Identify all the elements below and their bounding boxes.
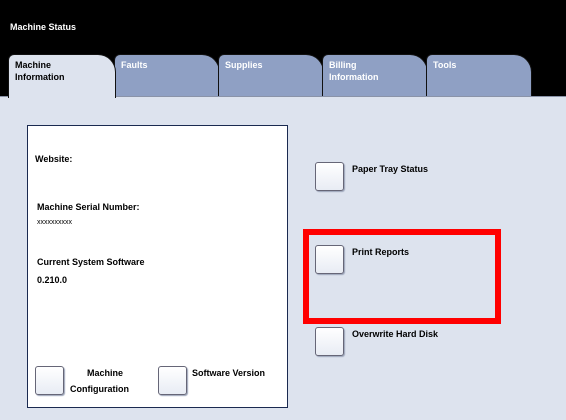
tab-label-line1: Machine bbox=[15, 60, 52, 70]
system-software-value: 0.210.0 bbox=[37, 275, 68, 285]
website-label: Website: bbox=[35, 154, 73, 164]
machine-configuration-label: Machine Configuration bbox=[70, 367, 129, 395]
software-version-label: Software Version bbox=[192, 368, 266, 378]
machine-configuration-line2: Configuration bbox=[70, 384, 129, 394]
machine-configuration-button[interactable] bbox=[35, 366, 64, 395]
serial-number-value: xxxxxxxxxx bbox=[37, 219, 72, 226]
system-software-label: Current System Software bbox=[37, 257, 145, 267]
overwrite-hard-disk-button[interactable] bbox=[315, 327, 344, 356]
tab-label-line1: Tools bbox=[433, 60, 457, 70]
highlight-box bbox=[303, 229, 501, 324]
tab-supplies[interactable]: Supplies bbox=[218, 54, 324, 96]
tab-label-line2: Information bbox=[15, 72, 65, 82]
tab-label-line1: Faults bbox=[121, 60, 148, 70]
machine-info-box: Website: Machine Serial Number: xxxxxxxx… bbox=[27, 125, 288, 408]
overwrite-hard-disk-label: Overwrite Hard Disk bbox=[352, 329, 439, 339]
tab-label-line2: Information bbox=[329, 72, 379, 82]
tab-label-line1: Supplies bbox=[225, 60, 263, 70]
tab-billing-information[interactable]: Billing Information bbox=[322, 54, 428, 96]
tab-faults[interactable]: Faults bbox=[114, 54, 220, 96]
paper-tray-status-label: Paper Tray Status bbox=[352, 164, 429, 174]
software-version-button[interactable] bbox=[158, 366, 187, 395]
tab-tools[interactable]: Tools bbox=[426, 54, 532, 96]
tab-machine-information[interactable]: Machine Information bbox=[8, 54, 116, 98]
paper-tray-status-button[interactable] bbox=[315, 162, 344, 191]
tab-label-line1: Billing bbox=[329, 60, 357, 70]
machine-configuration-line1: Machine bbox=[86, 368, 123, 378]
serial-number-label: Machine Serial Number: bbox=[37, 202, 140, 212]
window-title: Machine Status bbox=[10, 22, 77, 32]
